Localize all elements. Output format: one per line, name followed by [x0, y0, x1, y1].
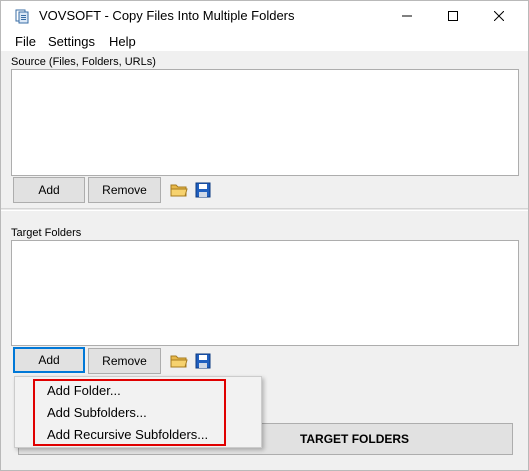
menu-help[interactable]: Help [109, 34, 136, 49]
folder-open-icon [170, 355, 188, 368]
maximize-icon [448, 11, 458, 21]
title-bar: VOVSOFT - Copy Files Into Multiple Folde… [1, 1, 528, 31]
target-remove-button[interactable]: Remove [88, 348, 161, 374]
folder-open-icon [170, 184, 188, 197]
copy-button-label: TARGET FOLDERS [299, 432, 410, 446]
save-icon [195, 353, 211, 369]
target-label: Target Folders [11, 227, 82, 239]
source-open-button[interactable] [169, 180, 189, 200]
source-label: Source (Files, Folders, URLs) [11, 56, 156, 68]
save-icon [195, 182, 211, 198]
target-open-button[interactable] [169, 351, 189, 371]
minimize-icon [402, 15, 412, 17]
maximize-button[interactable] [430, 1, 476, 31]
target-list[interactable] [11, 240, 519, 346]
app-icon [15, 9, 29, 24]
minimize-button[interactable] [384, 1, 430, 31]
source-list[interactable] [11, 69, 519, 176]
app-window: VOVSOFT - Copy Files Into Multiple Folde… [0, 0, 529, 471]
source-add-button[interactable]: Add [13, 177, 85, 203]
source-save-button[interactable] [193, 180, 213, 200]
splitter[interactable] [1, 208, 528, 211]
close-button[interactable] [476, 1, 522, 31]
window-title: VOVSOFT - Copy Files Into Multiple Folde… [39, 8, 295, 23]
target-add-button[interactable]: Add [13, 347, 85, 373]
highlight-annotation [33, 379, 226, 446]
close-icon [494, 11, 504, 21]
source-remove-button[interactable]: Remove [88, 177, 161, 203]
menu-file[interactable]: File [15, 34, 36, 49]
menu-bar: File Settings Help [1, 31, 528, 51]
menu-settings[interactable]: Settings [48, 34, 95, 49]
target-save-button[interactable] [193, 351, 213, 371]
